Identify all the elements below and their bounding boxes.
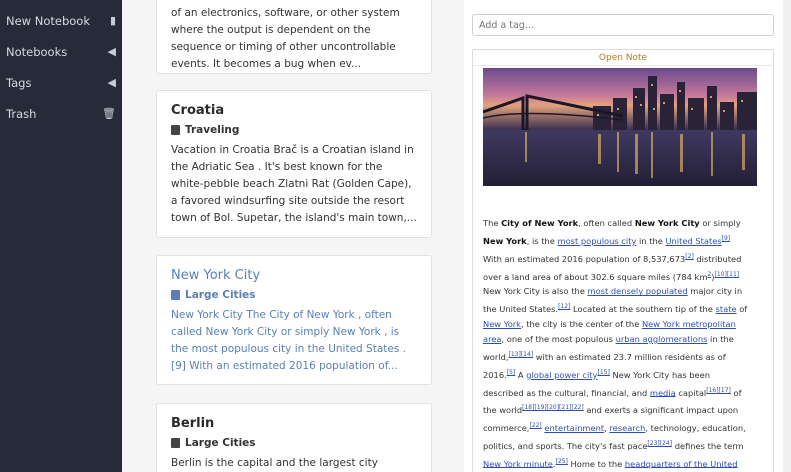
citation-link[interactable]: [25] xyxy=(556,458,568,465)
chevron-left-icon: ◀ xyxy=(107,76,116,89)
note-link[interactable]: most populous city xyxy=(557,236,636,246)
city-photo xyxy=(483,68,757,186)
note-text-run: Located at the southern tip of the xyxy=(570,304,716,315)
citation-link[interactable]: [23][24] xyxy=(647,440,672,447)
note-bold-text: New York City xyxy=(634,218,700,228)
note-excerpt: New York City The City of New York , oft… xyxy=(171,309,406,372)
sidebar-item-new-notebook[interactable]: New Notebook ▮ xyxy=(0,5,122,36)
chevron-left-icon: ◀ xyxy=(107,45,116,58)
note-text-run: or simply xyxy=(699,218,741,228)
notebook-label: Large Cities xyxy=(185,437,256,449)
note-text-run: defines the term xyxy=(672,440,744,451)
tag-input[interactable] xyxy=(472,14,774,36)
trash-icon: 🗑 xyxy=(102,107,116,120)
sidebar-item-label: New Notebook xyxy=(6,13,90,28)
note-link[interactable]: United States xyxy=(665,236,721,246)
note-text-run: , is the xyxy=(526,235,558,246)
note-card[interactable]: Berlin Large Cities Berlin is the capita… xyxy=(156,403,432,472)
note-link[interactable]: most densely populated xyxy=(587,286,687,296)
note-title: New York City xyxy=(171,268,261,283)
citation-link[interactable]: [10][11] xyxy=(715,271,740,278)
note-link[interactable]: New York minute xyxy=(483,458,553,468)
note-link[interactable]: entertainment xyxy=(544,423,604,433)
note-content: The City of New York, often called New Y… xyxy=(483,216,751,472)
note-link[interactable]: urban agglomerations xyxy=(616,334,708,344)
book-icon xyxy=(171,125,180,135)
note-title: Berlin xyxy=(171,416,215,431)
note-text-run: New York City is also the xyxy=(483,286,588,297)
sidebar-item-label: Notebooks xyxy=(6,44,68,59)
note-text-run: capital xyxy=(675,387,707,398)
sidebar-item-tags[interactable]: Tags ◀ xyxy=(0,67,122,98)
note-link[interactable]: media xyxy=(650,387,676,397)
sidebar-item-label: Trash xyxy=(6,106,37,121)
notebook-label: Traveling xyxy=(185,124,240,136)
note-title: Croatia xyxy=(171,103,225,118)
citation-link[interactable]: [9] xyxy=(722,235,731,242)
note-frame: Open Note The City of New York, often ca… xyxy=(472,49,774,472)
note-preview: Open Note xyxy=(464,0,791,472)
citation-link[interactable]: [18][19][20][21] xyxy=(522,404,571,411)
note-bold-text: New York xyxy=(483,235,527,246)
note-text-run: With an estimated 2016 population of 8,5… xyxy=(483,253,686,264)
scrollbar[interactable] xyxy=(783,0,791,472)
note-text-run: in the xyxy=(636,235,666,246)
note-excerpt: Berlin is the capital and the largest ci… xyxy=(171,457,378,469)
note-text-run: The xyxy=(483,218,502,228)
notes-list: of an electronics, software, or other sy… xyxy=(122,0,464,472)
note-card[interactable]: Croatia Traveling Vacation in Croatia Br… xyxy=(156,90,432,238)
sidebar-item-trash[interactable]: Trash 🗑 xyxy=(0,98,122,129)
note-text-run: , the city is the center of the xyxy=(521,319,642,330)
note-notebook: Large Cities xyxy=(171,289,417,301)
note-notebook: Traveling xyxy=(171,124,417,136)
citation-link[interactable]: [5] xyxy=(507,369,516,376)
note-link[interactable]: global power city xyxy=(526,370,597,380)
note-excerpt: of an electronics, software, or other sy… xyxy=(171,7,400,70)
note-text-run: , often called xyxy=(578,218,635,228)
notebook-icon: ▮ xyxy=(109,14,116,27)
note-link[interactable]: state xyxy=(716,304,737,314)
note-excerpt: Vacation in Croatia Brač is a Croatian i… xyxy=(171,144,417,224)
citation-link[interactable]: [22] xyxy=(529,422,541,429)
app-window: New Notebook ▮ Notebooks ◀ Tags ◀ Trash … xyxy=(0,0,791,472)
citation-link[interactable]: [2] xyxy=(685,253,694,260)
note-text-run: Home to the xyxy=(567,458,625,469)
note-link[interactable]: research xyxy=(609,423,645,433)
citation-link[interactable]: [13][14] xyxy=(508,351,533,358)
citation-link[interactable]: [12] xyxy=(558,303,570,310)
citation-link[interactable]: [15] xyxy=(597,369,609,376)
sidebar-item-notebooks[interactable]: Notebooks ◀ xyxy=(0,36,122,67)
note-paragraph: The City of New York, often called New Y… xyxy=(483,216,751,472)
note-notebook: Large Cities xyxy=(171,437,417,449)
citation-link[interactable]: [16][17] xyxy=(706,387,731,394)
sidebar: New Notebook ▮ Notebooks ◀ Tags ◀ Trash … xyxy=(0,0,122,472)
note-card-selected[interactable]: New York City Large Cities New York City… xyxy=(156,255,432,385)
book-icon xyxy=(171,290,180,300)
note-card[interactable]: of an electronics, software, or other sy… xyxy=(156,0,432,74)
note-link[interactable]: New York xyxy=(483,319,521,329)
sidebar-item-label: Tags xyxy=(6,75,32,90)
note-bold-text: City of New York xyxy=(501,218,579,228)
open-note-link[interactable]: Open Note xyxy=(473,50,773,66)
note-text-run: A xyxy=(515,369,527,380)
note-text-run: , one of the most populous xyxy=(501,334,616,345)
notebook-label: Large Cities xyxy=(185,289,256,301)
book-icon xyxy=(171,438,180,448)
note-text-run: of xyxy=(736,304,748,315)
citation-link[interactable]: [22] xyxy=(571,404,583,411)
